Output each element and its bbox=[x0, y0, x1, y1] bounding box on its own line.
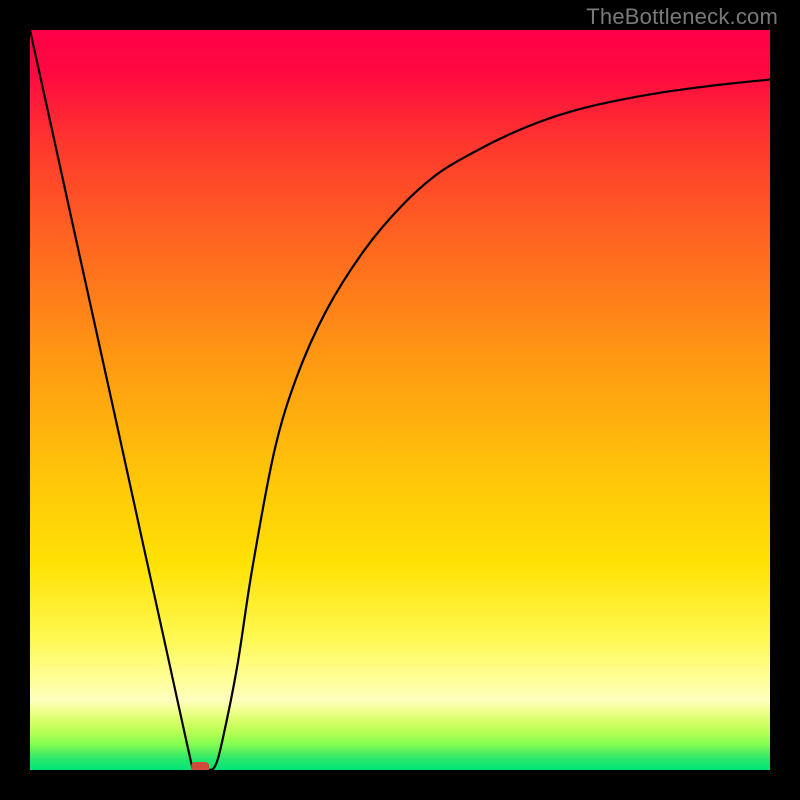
chart-container: TheBottleneck.com bbox=[0, 0, 800, 800]
plot-area bbox=[30, 30, 770, 770]
plot-svg bbox=[30, 30, 770, 770]
gradient-background bbox=[30, 30, 770, 770]
watermark-text: TheBottleneck.com bbox=[586, 4, 778, 30]
minimum-marker bbox=[191, 762, 209, 770]
